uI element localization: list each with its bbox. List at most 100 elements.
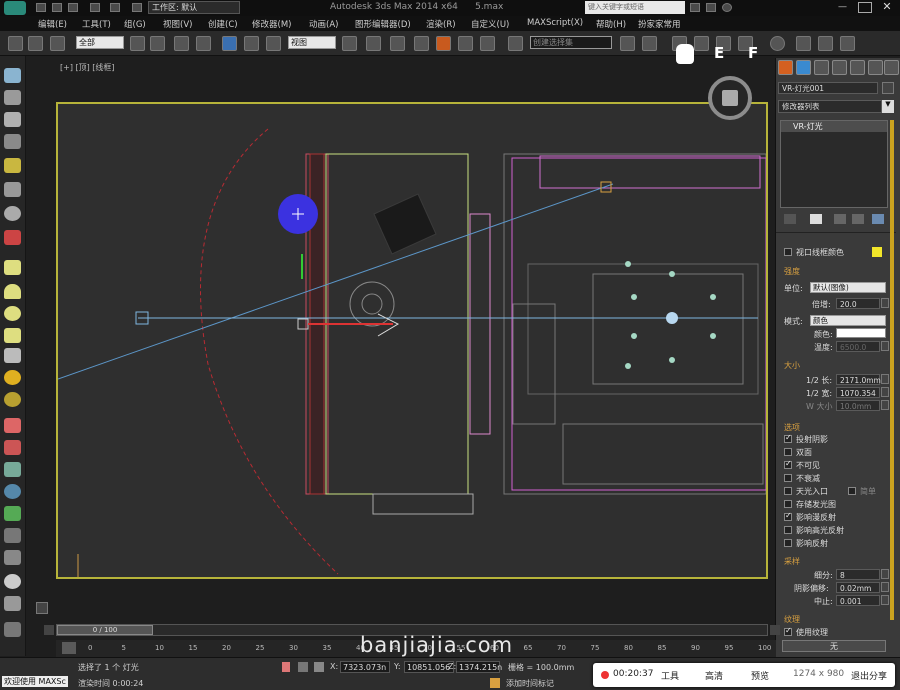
color-swatch[interactable] <box>836 328 886 338</box>
options-rollout-title[interactable]: 选项 <box>784 422 800 433</box>
sun-icon[interactable] <box>4 370 21 385</box>
isolate-icon[interactable] <box>298 662 308 672</box>
save-file-icon[interactable] <box>68 3 78 12</box>
option-checkbox[interactable] <box>784 539 792 547</box>
select-move-icon[interactable] <box>222 36 237 51</box>
next-frame-icon[interactable] <box>770 625 780 635</box>
recorder-preview-button[interactable]: 预览 <box>751 669 769 682</box>
teapot-icon[interactable] <box>4 328 21 343</box>
edit-named-sets-icon[interactable] <box>508 36 523 51</box>
lines-icon[interactable] <box>4 182 21 197</box>
half-length-spinner[interactable] <box>881 374 889 384</box>
globe-icon[interactable] <box>4 484 21 499</box>
motion-tab-icon[interactable] <box>832 60 847 75</box>
pivot-center-icon[interactable] <box>342 36 357 51</box>
modify-tab-icon[interactable] <box>796 60 811 75</box>
modifier-stack[interactable]: VR-灯光 <box>780 120 888 208</box>
material-editor-icon[interactable] <box>770 36 785 51</box>
plane-icon[interactable] <box>4 112 21 127</box>
render-production-icon[interactable] <box>840 36 855 51</box>
viewport-wire-color-checkbox[interactable] <box>784 248 792 256</box>
chevron-down-icon[interactable]: ▼ <box>882 100 894 113</box>
pin-stack-icon[interactable] <box>784 214 796 224</box>
sampling-rollout-title[interactable]: 采样 <box>784 556 800 567</box>
hold-icon[interactable] <box>132 3 142 12</box>
x-coordinate-field[interactable]: 7323.073n <box>340 661 390 673</box>
percent-snap-icon[interactable] <box>458 36 473 51</box>
shadow-bias-field[interactable]: 0.02mm <box>836 582 880 593</box>
create-tab-icon[interactable] <box>778 60 793 75</box>
menu-modifiers[interactable]: 修改器(M) <box>252 18 291 30</box>
align-icon[interactable] <box>642 36 657 51</box>
grid-icon[interactable] <box>4 418 21 433</box>
panel-scrollbar[interactable] <box>890 120 894 620</box>
stack-item-vray-light[interactable]: VR-灯光 <box>781 121 887 132</box>
reference-coord-dropdown[interactable]: 视图 <box>288 36 336 49</box>
subdivs-spinner[interactable] <box>881 569 889 579</box>
cone-icon[interactable] <box>4 348 21 363</box>
remove-modifier-icon[interactable] <box>852 214 864 224</box>
temperature-spinner[interactable] <box>881 341 889 351</box>
search-input[interactable]: 键入关键字或短语 <box>585 1 685 14</box>
multiplier-field[interactable]: 20.0 <box>836 298 880 309</box>
menu-customize[interactable]: 自定义(U) <box>471 18 509 30</box>
time-tag-icon[interactable] <box>490 678 500 688</box>
intensity-rollout-title[interactable]: 强度 <box>784 266 800 277</box>
object-name-field[interactable]: VR-灯光001 <box>778 82 878 94</box>
recorder-quality-button[interactable]: 高清 <box>705 669 723 682</box>
ball-icon[interactable] <box>4 574 21 589</box>
dome-icon[interactable] <box>4 284 21 299</box>
selection-filter-dropdown[interactable]: 全部 <box>76 36 124 49</box>
z-coordinate-field[interactable]: 1374.215n <box>456 661 502 673</box>
select-object-icon[interactable] <box>130 36 145 51</box>
absolute-mode-icon[interactable] <box>314 662 324 672</box>
prev-frame-icon[interactable] <box>44 625 54 635</box>
minimize-button[interactable]: — <box>838 2 852 13</box>
gear-icon[interactable] <box>4 134 21 149</box>
menu-group[interactable]: 组(G) <box>124 18 146 30</box>
circle-icon[interactable] <box>4 306 21 321</box>
option-checkbox[interactable] <box>784 448 792 456</box>
make-unique-icon[interactable] <box>834 214 846 224</box>
left-scroll-icon[interactable] <box>36 602 48 614</box>
show-end-result-icon[interactable] <box>810 214 822 224</box>
unlink-icon[interactable] <box>28 36 43 51</box>
cutoff-field[interactable]: 0.001 <box>836 595 880 606</box>
configure-sets-icon[interactable] <box>872 214 884 224</box>
mini-curve-editor-icon[interactable] <box>62 642 76 654</box>
camera-icon[interactable] <box>4 230 21 245</box>
display-tab-icon[interactable] <box>850 60 865 75</box>
disc-icon[interactable] <box>4 392 21 407</box>
app-logo-icon[interactable] <box>4 1 26 15</box>
size-rollout-title[interactable]: 大小 <box>784 360 800 371</box>
open-file-icon[interactable] <box>52 3 62 12</box>
rect-icon[interactable] <box>4 260 21 275</box>
mirror-icon[interactable] <box>620 36 635 51</box>
multiplier-spinner[interactable] <box>881 298 889 308</box>
utilities-tab-icon[interactable] <box>868 60 883 75</box>
window-crossing-icon[interactable] <box>196 36 211 51</box>
use-texture-checkbox[interactable] <box>784 626 792 636</box>
graphite-tools-icon[interactable] <box>694 36 709 51</box>
option-checkbox[interactable] <box>784 511 792 521</box>
lock-icon[interactable] <box>282 662 290 672</box>
viewport-top[interactable] <box>56 102 768 579</box>
bind-space-warp-icon[interactable] <box>50 36 65 51</box>
cutoff-spinner[interactable] <box>881 595 889 605</box>
bulb-icon[interactable] <box>4 158 21 173</box>
recorder-tools-button[interactable]: 工具 <box>661 669 679 682</box>
hierarchy-tab-icon[interactable] <box>814 60 829 75</box>
spinner-snap-icon[interactable] <box>480 36 495 51</box>
pill-icon[interactable] <box>4 440 21 455</box>
select-manipulate-icon[interactable] <box>366 36 381 51</box>
subdivs-field[interactable]: 8 <box>836 569 880 580</box>
viewcube-face-icon[interactable] <box>722 90 738 106</box>
maximize-button[interactable] <box>858 2 872 13</box>
simple-checkbox[interactable] <box>848 487 856 495</box>
menu-rendering[interactable]: 渲染(R) <box>426 18 456 30</box>
sphere-icon[interactable] <box>4 206 21 221</box>
link-icon[interactable] <box>8 36 23 51</box>
option-checkbox[interactable] <box>784 433 792 443</box>
y-coordinate-field[interactable]: 10851.056 <box>404 661 454 673</box>
undo-icon[interactable] <box>90 3 100 12</box>
